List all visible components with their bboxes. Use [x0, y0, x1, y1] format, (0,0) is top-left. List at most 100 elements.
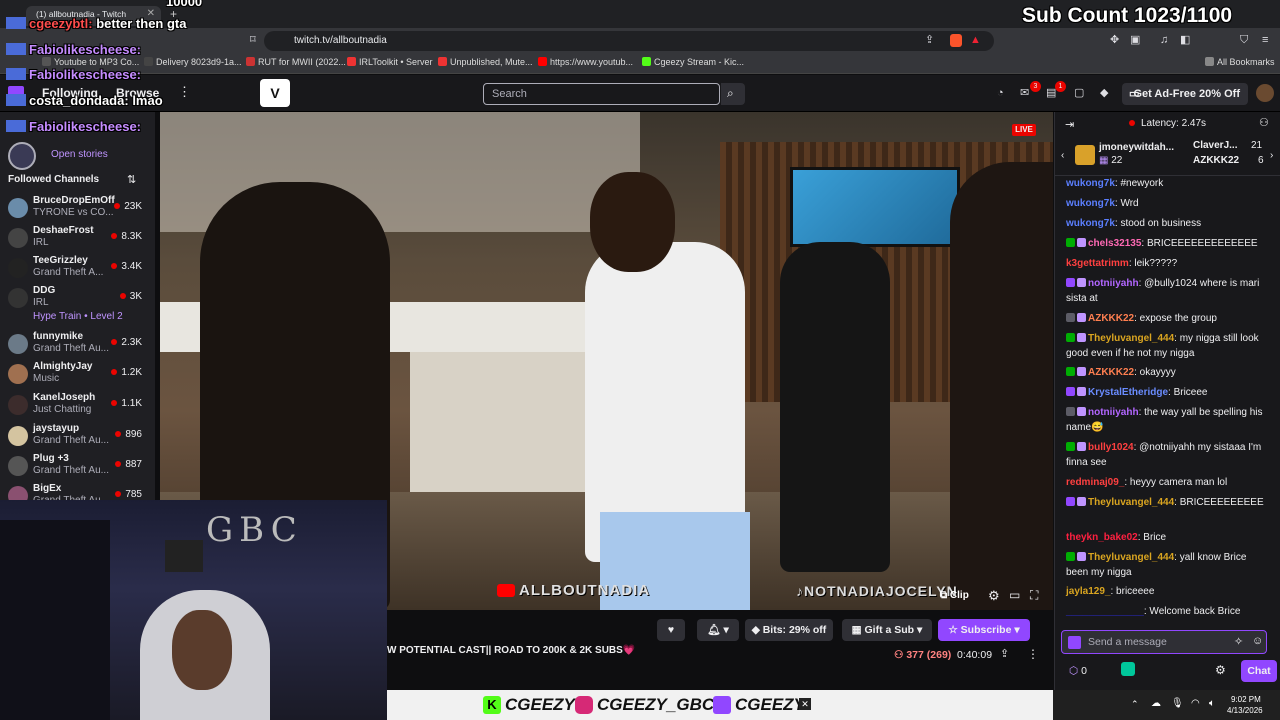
overlay-badge-icon	[6, 43, 26, 55]
sidebar-toggle-icon[interactable]: ◧	[1180, 35, 1190, 46]
url-text: twitch.tv/allboutnadia	[294, 35, 387, 46]
clock-date[interactable]: 4/13/2026	[1227, 706, 1263, 715]
notifications-button[interactable]: 🔔︎ ▾	[697, 619, 739, 641]
open-stories-link[interactable]: Open stories	[51, 149, 108, 160]
chevron-left-icon[interactable]: ‹	[1061, 150, 1064, 161]
sidebar-channel[interactable]: TeeGrizzley Grand Theft A... 3.4K	[0, 253, 150, 283]
mic-icon[interactable]: 🎙︎	[1171, 698, 1184, 709]
chat-username[interactable]: Theyluvangel_444	[1088, 552, 1174, 563]
chat-input[interactable]: Send a message ✧ ☺	[1061, 630, 1267, 654]
stream-info: ♥ 🔔︎ ▾ ◆ Bits: 29% off ▦ Gift a Sub ▾ ☆ …	[387, 610, 1053, 688]
wifi-icon[interactable]: ◠	[1191, 698, 1200, 709]
chat-username[interactable]: Theyluvangel_444	[1088, 333, 1174, 344]
twitch-icon	[713, 696, 731, 714]
chat-username[interactable]: ______________	[1066, 606, 1144, 617]
chat-username[interactable]: redminaj09_	[1066, 477, 1124, 488]
sidebar-channel[interactable]: funnymike Grand Theft Au... 2.3K	[0, 329, 150, 359]
sidebar-channel[interactable]: AlmightyJay Music 1.2K	[0, 359, 150, 389]
person-icon: ⚇	[894, 649, 907, 661]
inbox-icon[interactable]: ✉	[1020, 88, 1029, 99]
chat-username[interactable]: Theyluvangel_444	[1088, 497, 1174, 508]
emoji-icon[interactable]: ☺	[1252, 635, 1263, 647]
power-icon[interactable]: ✧	[1234, 635, 1243, 648]
bookmark-icon[interactable]: ⌑	[250, 35, 256, 46]
sidebar-channel[interactable]: DDG IRL 3K	[0, 283, 150, 313]
brave-shield-icon[interactable]	[950, 34, 962, 47]
sidebar-channel[interactable]: Plug +3 Grand Theft Au... 887	[0, 451, 150, 481]
sidebar-channel[interactable]: jaystayup Grand Theft Au... 896	[0, 421, 150, 451]
collapse-chat-icon[interactable]: ⇥	[1065, 118, 1074, 131]
chat-username[interactable]: AZKKK22	[1088, 313, 1134, 324]
chat-username[interactable]: k3gettatrimm	[1066, 258, 1129, 269]
theatre-mode-icon[interactable]: ▭	[1009, 588, 1020, 602]
chat-username[interactable]: chels32135	[1088, 238, 1141, 249]
more-icon[interactable]: ⋮	[178, 84, 191, 100]
volume-icon[interactable]: 🔈︎	[1209, 698, 1215, 709]
shield-icon[interactable]: ⛉	[1240, 35, 1248, 46]
follow-heart-button[interactable]: ♥	[657, 619, 685, 641]
subscriber-badge-icon	[1066, 497, 1075, 506]
fullscreen-icon[interactable]: ⛶	[1030, 588, 1038, 603]
sort-icon[interactable]: ⇅	[127, 173, 136, 186]
bookmark-item[interactable]: IRLToolkit • Server	[347, 57, 433, 67]
chat-message: k3gettatrimm: leik?????	[1066, 257, 1266, 272]
bits-icon[interactable]: ◆	[1100, 88, 1108, 99]
get-ad-free-button[interactable]: ▭ Get Ad-Free 20% Off	[1122, 83, 1248, 105]
avatar[interactable]	[1256, 84, 1274, 102]
chat-username[interactable]: wukong7k	[1066, 198, 1115, 209]
clock-time[interactable]: 9:02 PM	[1231, 695, 1261, 704]
extensions-icon[interactable]: ✥	[1110, 35, 1119, 46]
search-input[interactable]: Search	[483, 83, 720, 105]
gift-sub-button[interactable]: ▦ Gift a Sub ▾	[842, 619, 932, 641]
bookmark-item[interactable]: Delivery 8023d9-1a...	[144, 57, 242, 67]
bookmark-item[interactable]: Unpublished, Mute...	[438, 57, 533, 67]
subscribe-button[interactable]: ☆ Subscribe ▾	[938, 619, 1030, 641]
chat-message: AZKKK22: okayyyy	[1066, 366, 1266, 381]
hype-train-label: Hype Train • Level 2	[33, 311, 123, 322]
chat-username[interactable]: AZKKK22	[1088, 367, 1134, 378]
share-icon[interactable]: ⇪	[925, 35, 934, 46]
music-icon[interactable]: ♫	[1160, 35, 1168, 46]
sidebar-channel[interactable]: BruceDropEmOff TYRONE vs CO... 23K	[0, 193, 150, 223]
settings-icon[interactable]: ⚙	[988, 588, 1000, 604]
search-button[interactable]: ⌕	[721, 83, 745, 105]
sidebar-channel[interactable]: KanelJoseph Just Chatting 1.1K	[0, 390, 150, 420]
bits-button[interactable]: ◆ Bits: 29% off	[745, 619, 833, 641]
community-icon[interactable]: ⚇	[1259, 116, 1269, 129]
bookmark-item[interactable]: RUT for MWII (2022...	[246, 57, 346, 67]
crown-icon[interactable]: ◔	[997, 88, 1004, 99]
chat-username[interactable]: notniiyahh	[1088, 407, 1139, 418]
menu-icon[interactable]: ≡	[1262, 35, 1268, 46]
chat-username[interactable]: bully1024	[1088, 442, 1134, 453]
chat-username[interactable]: KrystalEtheridge	[1088, 387, 1168, 398]
wallet-icon[interactable]: ▣	[1130, 35, 1140, 46]
chat-emote-icon[interactable]	[1068, 636, 1081, 649]
address-bar[interactable]: twitch.tv/allboutnadia	[264, 31, 994, 51]
rewards-icon[interactable]	[1121, 662, 1135, 676]
chat-username[interactable]: wukong7k	[1066, 218, 1115, 229]
chat-settings-icon[interactable]: ⚙	[1215, 663, 1226, 677]
chat-username[interactable]: jayla129_	[1066, 586, 1111, 597]
chat-username[interactable]: wukong7k	[1066, 178, 1115, 189]
whispers-icon[interactable]: ▢	[1074, 88, 1084, 99]
chevron-right-icon[interactable]: ›	[1270, 150, 1273, 161]
network-icon[interactable]: ☁	[1151, 698, 1161, 709]
chat-username[interactable]: theykn_bake02	[1066, 532, 1138, 543]
sidebar-channel[interactable]: DeshaeFrost IRL 8.3K	[0, 223, 150, 253]
channel-points[interactable]: ⬡ 0	[1069, 665, 1087, 677]
chevron-up-icon[interactable]: ⌃	[1131, 699, 1139, 710]
stories-avatar[interactable]	[8, 142, 36, 170]
chat-username[interactable]: notniiyahh	[1088, 278, 1139, 289]
extension-logo-icon[interactable]: V	[260, 79, 290, 107]
share-icon[interactable]: ⇪	[1000, 647, 1009, 660]
drops-icon[interactable]: ▤	[1046, 88, 1056, 99]
bookmark-item[interactable]: Cgeezy Stream - Kic...	[642, 57, 744, 67]
more-icon[interactable]: ⋮	[1027, 647, 1039, 661]
bookmark-item[interactable]: Youtube to MP3 Co...	[42, 57, 139, 67]
chat-text: : stood on business	[1114, 218, 1202, 229]
clip-button[interactable]: ⧉ Clip	[940, 590, 969, 601]
all-bookmarks[interactable]: All Bookmarks	[1205, 57, 1275, 67]
chat-send-button[interactable]: Chat	[1241, 660, 1277, 682]
bookmark-item[interactable]: https://www.youtub...	[538, 57, 633, 67]
brave-rewards-icon[interactable]: ▲	[970, 34, 981, 46]
